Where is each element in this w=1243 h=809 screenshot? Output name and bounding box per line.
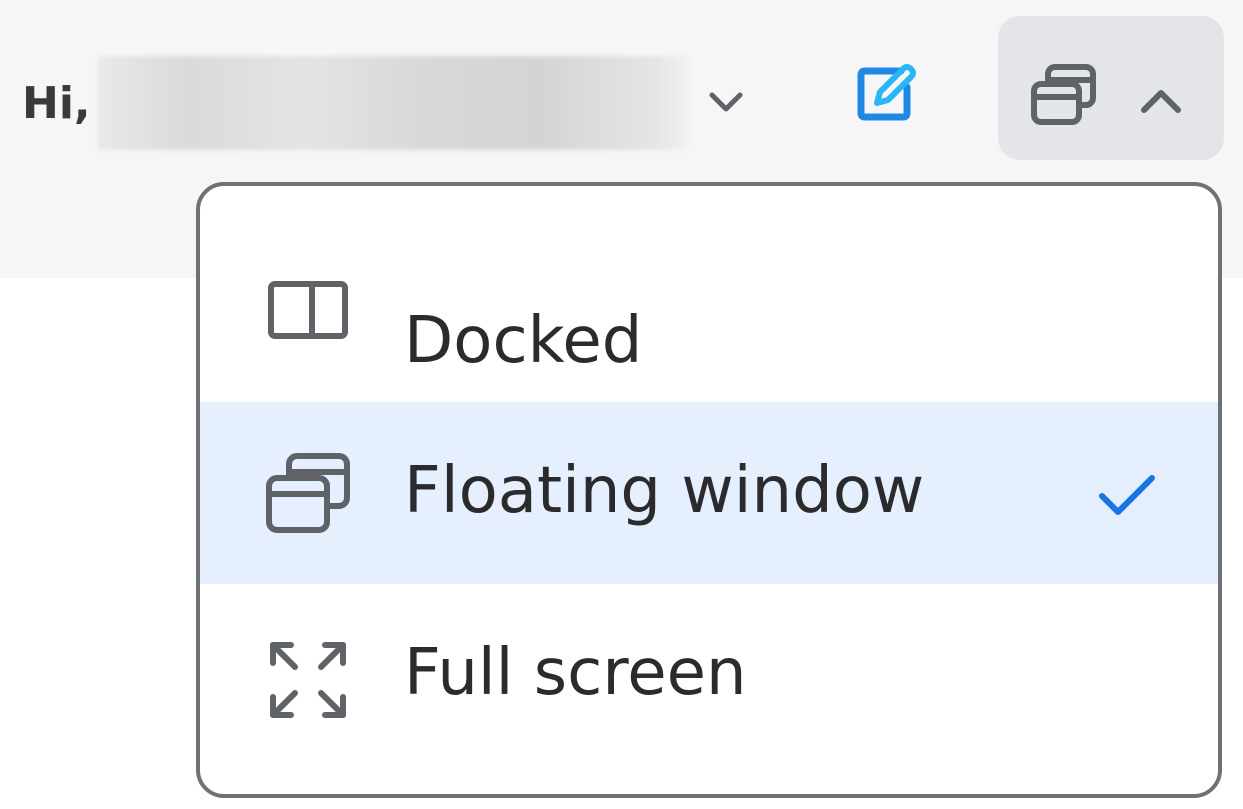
view-mode-menu: Docked Floating window Full screen <box>196 182 1222 798</box>
full-screen-icon <box>262 634 354 726</box>
floating-window-icon <box>262 447 354 539</box>
menu-item-docked[interactable]: Docked <box>200 214 1218 406</box>
chevron-up-icon <box>1141 90 1181 113</box>
compose-icon <box>857 64 916 121</box>
menu-item-floating-window[interactable]: Floating window <box>200 402 1218 584</box>
floating-window-icon <box>1031 64 1096 125</box>
view-mode-toggle[interactable] <box>998 16 1224 160</box>
menu-item-label: Docked <box>404 304 643 378</box>
redacted-user-name <box>98 56 688 150</box>
account-menu-button[interactable] <box>703 78 749 124</box>
menu-item-label: Floating window <box>404 454 925 528</box>
checkmark-icon <box>1099 475 1155 515</box>
docked-panel-icon <box>262 264 354 356</box>
compose-button[interactable] <box>836 42 936 142</box>
greeting: Hi, <box>22 56 91 150</box>
menu-item-label: Full screen <box>404 636 747 710</box>
chevron-down-icon <box>709 92 743 112</box>
app-root: Hi, Docked Floating window Full screen <box>0 0 1243 809</box>
greeting-text: Hi, <box>22 77 91 129</box>
menu-item-full-screen[interactable]: Full screen <box>200 584 1218 794</box>
